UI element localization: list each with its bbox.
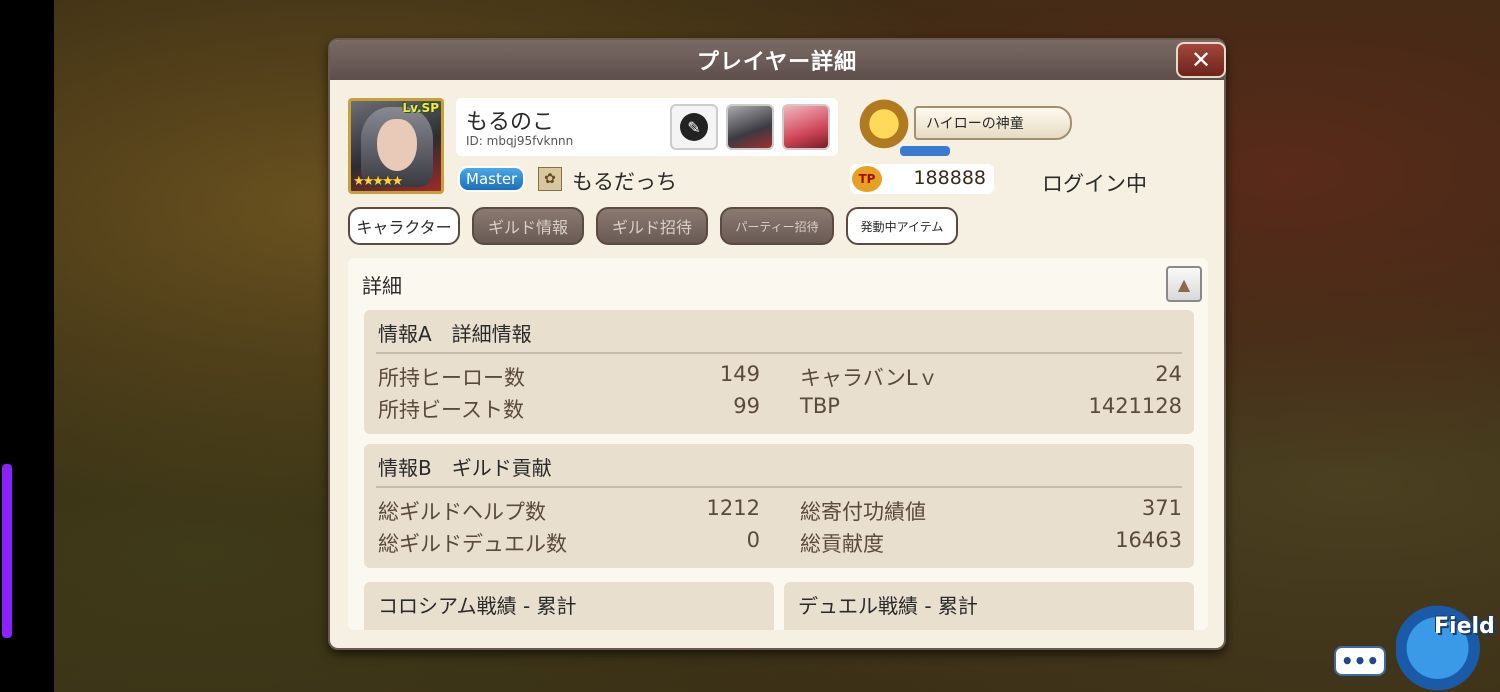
player-id: ID: mbqj95fvknnn (466, 134, 574, 148)
field-label: Field (1434, 614, 1495, 639)
section-title: コロシアム戦績 - 累計 (378, 594, 577, 618)
tab-guild-info[interactable]: ギルド情報 (472, 207, 584, 245)
edit-profile-button[interactable]: ✎ (670, 104, 718, 150)
stat-label: TBP (800, 394, 840, 418)
tab-label: 発動中アイテム (860, 219, 944, 234)
tab-label: パーティー招待 (735, 219, 819, 234)
tbp-box: TP 188888 (850, 164, 994, 194)
tab-guild-invite[interactable]: ギルド招待 (596, 207, 708, 245)
companion-hero-icon[interactable] (726, 104, 774, 150)
avatar-face (377, 119, 417, 171)
section-title: 情報B ギルド貢献 (378, 456, 552, 480)
stat-label: 総ギルドヘルプ数 (378, 500, 546, 524)
avatar-stars: ★★★★★ (353, 174, 403, 189)
details-title: 詳細 (362, 274, 402, 298)
stat-value: 0 (746, 528, 760, 552)
stat-value: 371 (1141, 496, 1182, 520)
pen-icon: ✎ (680, 113, 708, 141)
dialog-header: プレイヤー詳細 (330, 40, 1224, 80)
collapse-button[interactable]: ▲ (1166, 266, 1202, 302)
companion-beast-icon[interactable] (782, 104, 830, 150)
info-section-b: 情報B ギルド貢献 総ギルドヘルプ数 1212 総寄付功績値 371 総ギルドデ… (364, 444, 1194, 568)
stat-label: キャラバンLｖ (800, 366, 939, 390)
player-avatar[interactable]: Lv.SP ★★★★★ (348, 98, 444, 194)
stat-value: 149 (719, 362, 760, 386)
tab-party-invite[interactable]: パーティー招待 (720, 207, 834, 245)
info-section-a: 情報A 詳細情報 所持ヒーロー数 149 キャラバンLｖ 24 所持ビースト数 … (364, 310, 1194, 434)
name-card: もるのこ ID: mbqj95fvknnn ✎ (456, 98, 838, 156)
player-name: もるのこ (466, 110, 555, 135)
role-badge: Master (458, 166, 526, 192)
stat-value: 16463 (1115, 528, 1182, 552)
details-panel[interactable]: 詳細 ▲ 情報A 詳細情報 所持ヒーロー数 149 キャラバンLｖ 24 所持ビ… (348, 258, 1208, 630)
tab-active-items[interactable]: 発動中アイテム (846, 207, 958, 245)
section-title: デュエル戦績 - 累計 (798, 594, 978, 618)
dialog-title: プレイヤー詳細 (696, 50, 858, 75)
login-status: ログイン中 (1042, 172, 1147, 196)
stat-label: 総ギルドデュエル数 (378, 532, 567, 556)
rank-ribbon (900, 146, 950, 156)
tab-label: キャラクター (356, 218, 452, 237)
player-detail-dialog: プレイヤー詳細 ✕ Lv.SP ★★★★★ もるのこ ID: mbqj95fvk… (328, 38, 1226, 650)
stat-value: 1421128 (1088, 394, 1182, 418)
chat-bubble-icon[interactable]: ••• (1334, 646, 1386, 676)
tbp-icon: TP (852, 166, 882, 192)
duel-section: デュエル戦績 - 累計 (784, 582, 1194, 630)
stat-label: 所持ヒーロー数 (378, 366, 525, 390)
stat-value: 99 (733, 394, 760, 418)
edge-panel-handle[interactable] (2, 464, 12, 638)
tab-label: ギルド招待 (611, 218, 692, 237)
rank-title-banner: ハイローの神童 (914, 106, 1072, 140)
section-divider (376, 486, 1182, 488)
chevron-up-icon: ▲ (1177, 274, 1191, 294)
guild-name: もるだっち (572, 170, 677, 194)
tab-character[interactable]: キャラクター (348, 207, 460, 245)
tbp-value: 188888 (913, 167, 986, 189)
stat-value: 1212 (706, 496, 760, 520)
colosseum-section: コロシアム戦績 - 累計 (364, 582, 774, 630)
close-icon: ✕ (1190, 46, 1212, 74)
close-button[interactable]: ✕ (1176, 42, 1226, 78)
tab-label: ギルド情報 (487, 218, 568, 237)
guild-emblem-icon: ✿ (538, 167, 562, 191)
stat-label: 所持ビースト数 (378, 398, 524, 422)
stat-label: 総寄付功績値 (800, 500, 926, 524)
avatar-level-badge: Lv.SP (402, 101, 440, 115)
stat-value: 24 (1155, 362, 1182, 386)
section-divider (376, 352, 1182, 354)
stat-label: 総貢献度 (800, 532, 884, 556)
rank-title: ハイローの神童 (926, 116, 1024, 132)
section-title: 情報A 詳細情報 (378, 322, 532, 346)
